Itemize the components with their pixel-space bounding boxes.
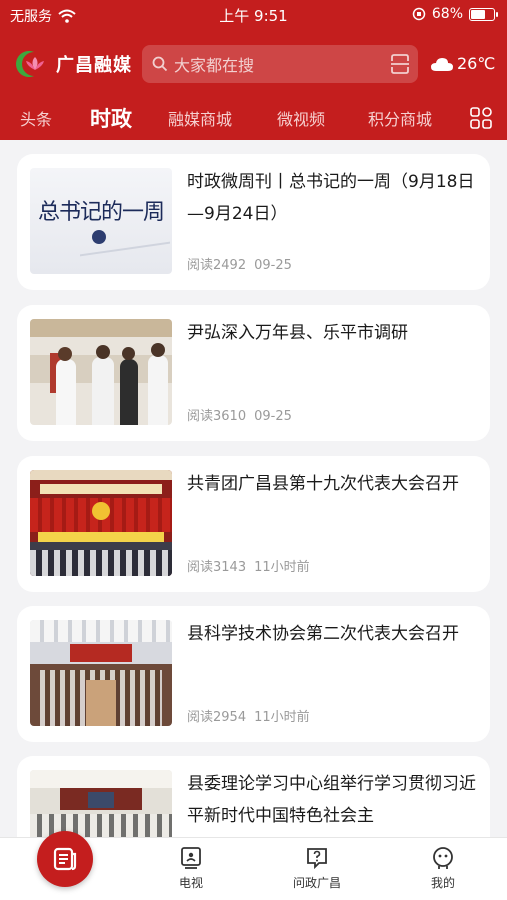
status-bar: 无服务 上午 9:51 68%	[0, 0, 507, 30]
search-bar[interactable]: 大家都在搜	[142, 45, 418, 83]
bottom-nav: 电视 问政广昌 我的	[0, 831, 507, 900]
tab-headlines[interactable]: 头条	[20, 106, 52, 130]
read-count: 阅读3610	[187, 409, 247, 424]
article-card[interactable]: 总书记的一周 时政微周刊丨总书记的一周（9月18日—9月24日） 阅读2492 0…	[17, 154, 490, 290]
article-thumbnail	[30, 470, 172, 576]
tab-points-mall[interactable]: 积分商城	[368, 106, 432, 130]
article-card[interactable]: 共青团广昌县第十九次代表大会召开 阅读3143 11小时前	[17, 456, 490, 592]
article-card[interactable]: 尹弘深入万年县、乐平市调研 阅读3610 09-25	[17, 305, 490, 441]
home-news-icon	[53, 847, 77, 871]
publish-time: 09-25	[254, 258, 292, 273]
article-meta: 阅读3143 11小时前	[187, 556, 310, 575]
search-icon	[152, 56, 168, 72]
article-card[interactable]: 县委理论学习中心组举行学习贯彻习近平新时代中国特色社会主	[17, 756, 490, 837]
scan-icon	[391, 54, 409, 74]
publish-time: 09-25	[254, 409, 292, 424]
weather[interactable]: 26℃	[430, 54, 495, 73]
article-title: 尹弘深入万年县、乐平市调研	[187, 323, 408, 343]
tab-politics[interactable]: 时政	[90, 103, 132, 133]
article-thumbnail	[30, 319, 172, 425]
article-meta: 阅读2954 11小时前	[187, 706, 310, 725]
article-title: 县科学技术协会第二次代表大会召开	[187, 624, 459, 644]
app-header: 广昌融媒 大家都在搜 26℃	[0, 40, 507, 88]
publish-time: 11小时前	[254, 560, 310, 575]
thumbnail-caption: 总书记的一周	[37, 200, 165, 225]
read-count: 阅读2492	[187, 258, 247, 273]
home-news-button[interactable]	[37, 831, 93, 887]
article-meta: 阅读2492 09-25	[187, 254, 292, 273]
tab-media-mall[interactable]: 融媒商城	[168, 106, 232, 130]
status-right: 68%	[412, 6, 498, 22]
lotus-logo-icon	[16, 51, 44, 77]
top-bar: 无服务 上午 9:51 68% 广昌融媒 大家都在搜 26℃ 头条 时政 融媒商…	[0, 0, 507, 140]
question-icon	[307, 848, 327, 870]
article-card[interactable]: 县科学技术协会第二次代表大会召开 阅读2954 11小时前	[17, 606, 490, 742]
category-tabs: 头条 时政 融媒商城 微视频 积分商城	[0, 98, 507, 138]
battery-percent: 68%	[431, 6, 463, 22]
temperature: 26℃	[457, 54, 496, 73]
article-meta: 阅读3610 09-25	[187, 405, 292, 424]
article-title: 共青团广昌县第十九次代表大会召开	[187, 474, 459, 494]
article-thumbnail: 总书记的一周	[30, 168, 172, 274]
user-icon	[433, 847, 453, 869]
tab-micro-video[interactable]: 微视频	[277, 106, 325, 130]
category-grid-icon[interactable]	[469, 106, 493, 130]
scan-button[interactable]	[382, 45, 418, 83]
search-placeholder: 大家都在搜	[174, 56, 255, 75]
tv-icon	[181, 847, 201, 869]
thumbnail-decor	[80, 241, 170, 274]
orientation-lock-icon	[412, 7, 426, 21]
app-name: 广昌融媒	[56, 55, 132, 76]
article-thumbnail	[30, 770, 172, 837]
article-title: 县委理论学习中心组举行学习贯彻习近平新时代中国特色社会主	[187, 774, 476, 826]
nav-tv[interactable]: 电视	[151, 846, 231, 891]
nav-label: 问政广昌	[292, 876, 341, 890]
read-count: 阅读2954	[187, 710, 247, 725]
publish-time: 11小时前	[254, 710, 310, 725]
nav-inquiry[interactable]: 问政广昌	[277, 846, 357, 891]
article-thumbnail	[30, 620, 172, 726]
nav-label: 我的	[430, 876, 455, 890]
cloud-icon	[431, 57, 453, 71]
thumbnail-seal	[92, 230, 106, 244]
app-logo: 广昌融媒	[14, 48, 132, 80]
article-title: 时政微周刊丨总书记的一周（9月18日—9月24日）	[187, 172, 475, 224]
nav-label: 电视	[178, 876, 203, 890]
nav-mine[interactable]: 我的	[403, 846, 483, 891]
battery-icon	[469, 7, 498, 21]
read-count: 阅读3143	[187, 560, 247, 575]
article-feed: 总书记的一周 时政微周刊丨总书记的一周（9月18日—9月24日） 阅读2492 0…	[0, 140, 507, 837]
